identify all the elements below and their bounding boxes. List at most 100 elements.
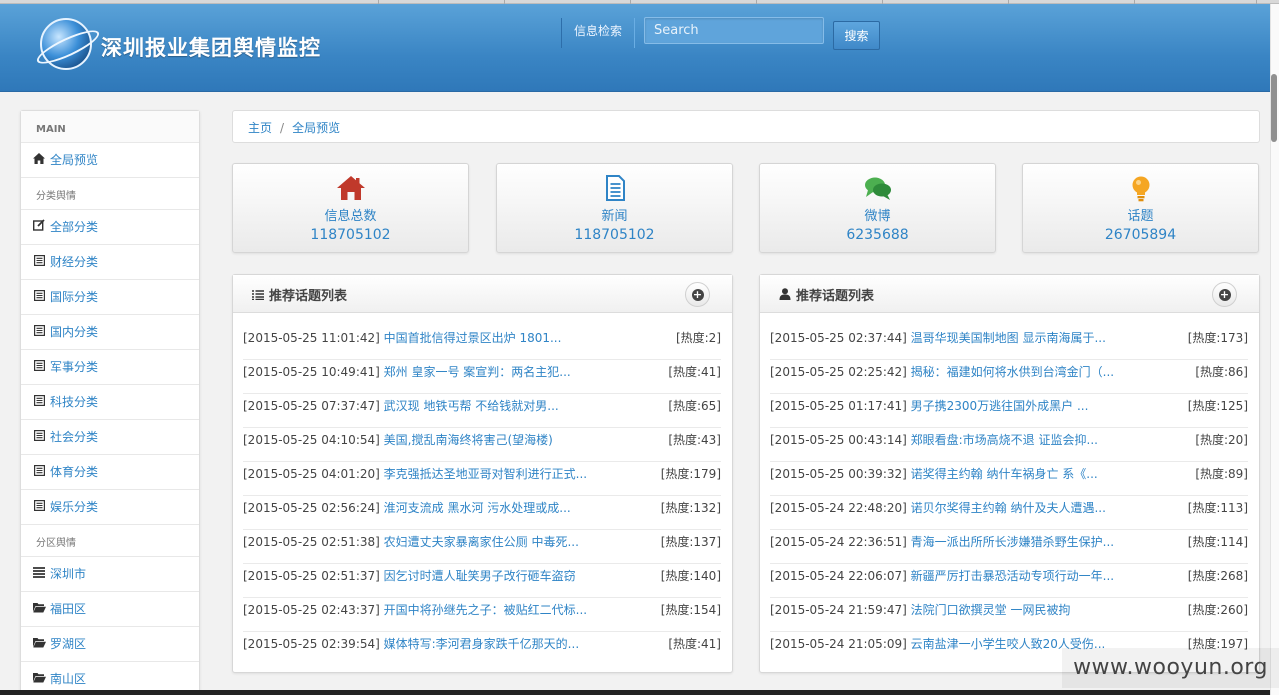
plus-circle-icon: + [1218,288,1231,301]
lightbulb-icon [1126,175,1156,203]
topic-list: [2015-05-25 11:01:42] 中国首批信得过景区出炉 1801..… [233,313,732,666]
item-heat: [热度:137] [660,535,721,549]
item-heat: [热度:125] [1187,399,1248,413]
item-time: [2015-05-25 11:01:42] [243,331,380,345]
search-button[interactable]: 搜索 [833,21,880,50]
sidebar-item-label: 福田区 [50,602,87,616]
sidebar-item-label: 全部分类 [50,220,99,234]
item-heat: [热度:41] [668,637,721,651]
stat-card-total[interactable]: 信息总数 118705102 [232,163,469,253]
panel-expand-button[interactable]: + [685,282,710,307]
list-item: [2015-05-25 02:39:54] 媒体特写:李河君身家跌千亿那天的..… [243,632,721,666]
list-item: [2015-05-24 22:06:07] 新疆严厉打击暴恐活动专项行动一年..… [770,564,1248,598]
breadcrumb-current-link[interactable]: 全局预览 [292,121,340,135]
item-title-link[interactable]: 揭秘：福建如何将水供到台湾金门（... [911,365,1114,379]
sidebar-item-category-international[interactable]: 国际分类 [21,280,199,315]
panel-expand-button[interactable]: + [1212,282,1237,307]
stat-label: 信息总数 [324,209,377,224]
list-alt-icon [32,351,46,385]
sidebar-item-label: 深圳市 [50,567,87,581]
item-time: [2015-05-24 22:48:20] [770,501,907,515]
item-heat: [热度:2] [675,331,721,345]
list-alt-icon [32,281,46,315]
item-heat: [热度:140] [660,569,721,583]
item-heat: [热度:173] [1187,331,1248,345]
item-title-link[interactable]: 农妇遭丈夫家暴离家住公厕 中毒死... [384,535,579,549]
item-title-link[interactable]: 开国中将孙继先之子：被贴红二代标... [384,603,587,617]
document-icon [600,175,630,203]
item-heat: [热度:260] [1187,603,1248,617]
item-title-link[interactable]: 因乞讨时遭人耻笑男子改行砸车盗窃 [384,569,576,583]
sidebar-item-label: 娱乐分类 [50,500,99,514]
list-item: [2015-05-25 04:10:54] 美国,搅乱南海终将害己(望海楼) [热… [243,428,721,462]
stat-value: 26705894 [1104,227,1177,243]
item-title-link[interactable]: 诺贝尔奖得主约翰 纳什及夫人遭遇... [911,501,1106,515]
item-title-link[interactable]: 男子携2300万逃往国外成黑户 ... [911,399,1089,413]
sidebar-item-category-domestic[interactable]: 国内分类 [21,315,199,350]
item-title-link[interactable]: 武汉现 地铁丐帮 不给钱就对男... [384,399,559,413]
item-title-link[interactable]: 青海一派出所所长涉嫌猎杀野生保护... [911,535,1114,549]
list-item: [2015-05-25 02:51:37] 因乞讨时遭人耻笑男子改行砸车盗窃 [热… [243,564,721,598]
sidebar-group-category: 分类舆情 [21,178,199,210]
item-title-link[interactable]: 李克强抵达圣地亚哥对智利进行正式... [384,467,587,481]
item-heat: [热度:132] [660,501,721,515]
item-title-link[interactable]: 媒体特写:李河君身家跌千亿那天的... [384,637,580,651]
panel-title: 推荐话题列表 [796,289,875,304]
site-title: 深圳报业集团舆情监控 [101,36,321,60]
sidebar-item-category-all[interactable]: 全部分类 [21,210,199,245]
sidebar-item-label: 国际分类 [50,290,99,304]
stat-value: 118705102 [310,227,391,243]
top-header: 深圳报业集团舆情监控 信息检索 搜索 [0,4,1270,92]
folder-open-icon [32,628,46,662]
item-time: [2015-05-25 01:17:41] [770,399,907,413]
search-input[interactable] [644,17,824,44]
item-title-link[interactable]: 淮河支流成 黑水河 污水处理或成... [384,501,571,515]
item-time: [2015-05-24 22:36:51] [770,535,907,549]
stat-card-weibo[interactable]: 微博 6235688 [759,163,996,253]
list-item: [2015-05-24 22:36:51] 青海一派出所所长涉嫌猎杀野生保护..… [770,530,1248,564]
item-title-link[interactable]: 温哥华现美国制地图 显示南海属于... [911,331,1106,345]
panel-title: 推荐话题列表 [269,289,348,304]
item-title-link[interactable]: 中国首批信得过景区出炉 1801... [384,331,562,345]
plus-circle-icon: + [691,288,704,301]
list-alt-icon [32,246,46,280]
sidebar-item-category-military[interactable]: 军事分类 [21,350,199,385]
stat-label: 话题 [1127,209,1154,224]
item-title-link[interactable]: 郑眼看盘:市场高烧不退 证监会抑... [911,433,1098,447]
sidebar-item-region-shenzhen[interactable]: 深圳市 [21,557,199,592]
breadcrumb-home-link[interactable]: 主页 [248,121,272,135]
item-heat: [热度:86] [1195,365,1248,379]
item-time: [2015-05-25 00:39:32] [770,467,907,481]
item-title-link[interactable]: 新疆严厉打击暴恐活动专项行动一年... [911,569,1114,583]
list-item: [2015-05-25 02:51:38] 农妇遭丈夫家暴离家住公厕 中毒死..… [243,530,721,564]
sidebar-item-label: 科技分类 [50,395,99,409]
sidebar-item-category-sports[interactable]: 体育分类 [21,455,199,490]
list-icon [252,290,266,303]
item-heat: [热度:65] [668,399,721,413]
list-item: [2015-05-25 07:37:47] 武汉现 地铁丐帮 不给钱就对男...… [243,394,721,428]
item-title-link[interactable]: 郑州 皇家一号 案宣判：两名主犯... [384,365,571,379]
list-alt-icon [32,456,46,490]
sidebar-item-category-society[interactable]: 社会分类 [21,420,199,455]
sidebar-item-category-tech[interactable]: 科技分类 [21,385,199,420]
item-title-link[interactable]: 法院门口欲撰灵堂 一网民被拘 [911,603,1071,617]
item-time: [2015-05-24 22:06:07] [770,569,907,583]
item-heat: [热度:41] [668,365,721,379]
item-time: [2015-05-25 02:51:38] [243,535,380,549]
stat-card-news[interactable]: 新闻 118705102 [496,163,733,253]
item-title-link[interactable]: 美国,搅乱南海终将害己(望海楼) [384,433,553,447]
search-label: 信息检索 [561,18,635,48]
sidebar-item-overview[interactable]: 全局预览 [21,143,199,178]
stat-value: 6235688 [846,227,909,243]
item-title-link[interactable]: 诺奖得主约翰 纳什车祸身亡 系《... [911,467,1098,481]
stat-value: 118705102 [574,227,655,243]
sidebar-item-region-futian[interactable]: 福田区 [21,592,199,627]
item-time: [2015-05-25 02:37:44] [770,331,907,345]
topic-list-panel-left: 推荐话题列表 + [2015-05-25 11:01:42] 中国首批信得过景区… [232,274,733,673]
sidebar-item-category-finance[interactable]: 财经分类 [21,245,199,280]
sidebar-item-category-entertainment[interactable]: 娱乐分类 [21,490,199,525]
scrollbar-thumb[interactable] [1271,74,1277,142]
sidebar-item-region-luohu[interactable]: 罗湖区 [21,627,199,662]
stat-card-topic[interactable]: 话题 26705894 [1022,163,1259,253]
item-time: [2015-05-25 07:37:47] [243,399,380,413]
